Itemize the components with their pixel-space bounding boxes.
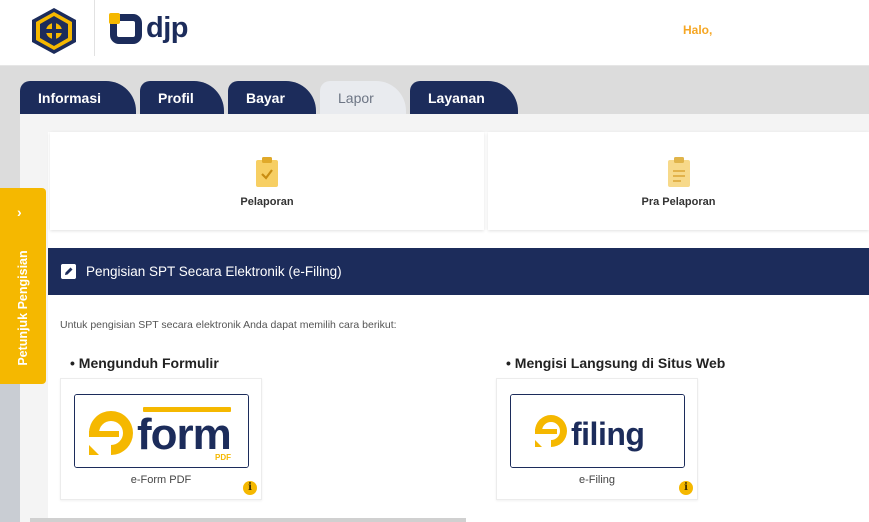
efiling-caption: e-Filing [578, 474, 616, 486]
djp-logo[interactable]: djp [109, 12, 189, 45]
eform-caption: e-Form PDF [130, 474, 192, 486]
side-tab-label: Petunjuk Pengisian [16, 250, 30, 366]
pra-pelaporan-label: Pra Pelaporan [641, 196, 716, 208]
user-greeting[interactable]: Halo, [683, 23, 712, 37]
header-divider [94, 0, 95, 56]
pelaporan-label: Pelaporan [240, 196, 294, 208]
tab-informasi[interactable]: Informasi [20, 81, 136, 115]
tab-profil[interactable]: Profil [140, 81, 224, 115]
efiling-section-header: Pengisian SPT Secara Elektronik (e-Filin… [48, 248, 869, 295]
download-form-title: • Mengunduh Formulir [70, 355, 219, 371]
main-tabs: Informasi Profil Bayar Lapor Layanan [20, 81, 522, 115]
pelaporan-card[interactable]: Pelaporan [50, 132, 484, 230]
pra-pelaporan-card[interactable]: Pra Pelaporan [488, 132, 869, 230]
top-header: djp Halo, [0, 0, 869, 66]
efiling-logo-text: filing [571, 416, 645, 452]
info-icon[interactable]: i [679, 481, 693, 495]
efiling-logo: filing [510, 394, 685, 468]
eform-pdf-option[interactable]: form PDF e-Form PDF i [60, 378, 262, 500]
web-filing-title: • Mengisi Langsung di Situs Web [506, 355, 726, 371]
section-intro-text: Untuk pengisian SPT secara elektronik An… [60, 319, 397, 331]
kemenkeu-emblem-logo [32, 8, 76, 54]
info-icon[interactable]: i [243, 481, 257, 495]
chevron-right-icon: › [17, 204, 22, 220]
bottom-divider [30, 518, 466, 522]
clipboard-list-icon [667, 157, 690, 187]
djp-mark-icon [109, 12, 142, 44]
tab-layanan[interactable]: Layanan [410, 81, 518, 115]
edit-icon [61, 264, 76, 279]
section-title: Pengisian SPT Secara Elektronik (e-Filin… [86, 264, 342, 279]
eform-logo: form PDF [74, 394, 249, 468]
djp-brand-text: djp [146, 12, 189, 44]
left-edge-strip [0, 384, 20, 522]
petunjuk-pengisian-tab[interactable]: › Petunjuk Pengisian [0, 188, 46, 384]
tab-bayar[interactable]: Bayar [228, 81, 316, 115]
eform-logo-pdf: PDF [215, 453, 231, 462]
efiling-option[interactable]: filing e-Filing i [496, 378, 698, 500]
tab-lapor[interactable]: Lapor [320, 81, 406, 115]
eform-logo-text: form [137, 410, 232, 459]
clipboard-check-icon [256, 157, 278, 187]
